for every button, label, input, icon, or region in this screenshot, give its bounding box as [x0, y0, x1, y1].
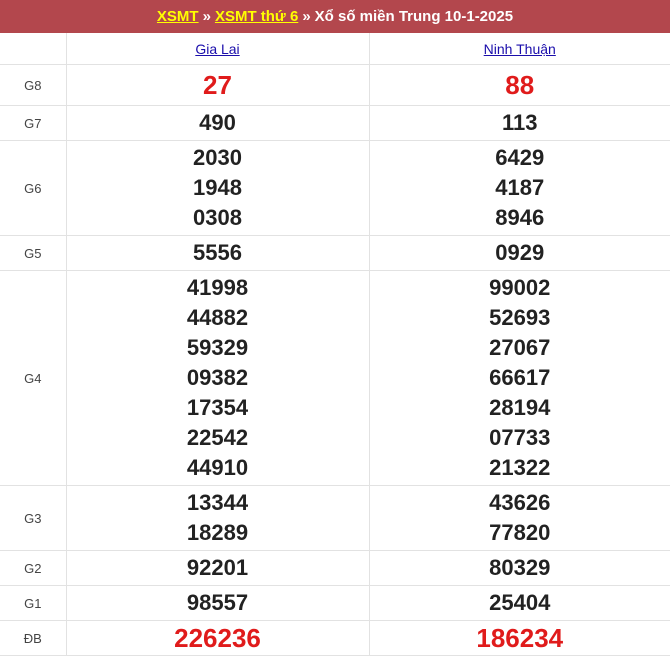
prize-values-gia-lai: 98557: [65, 585, 370, 621]
prize-number: 59329: [186, 335, 249, 360]
prize-number: 98557: [186, 590, 249, 615]
prize-number: 25404: [489, 590, 551, 615]
prize-values-gia-lai: 27: [65, 64, 370, 106]
prize-number: 113: [502, 110, 538, 135]
province-header-row: Gia Lai Ninh Thuận: [0, 33, 670, 65]
prize-label: G5: [0, 235, 67, 271]
prize-values-ninh-thuan: 186234: [368, 620, 670, 656]
prize-number: 0929: [495, 240, 545, 265]
prize-row-special: ĐB 226236 186234: [0, 620, 670, 656]
prize-number: 2030: [193, 145, 242, 170]
prize-values-ninh-thuan: 80329: [368, 550, 670, 586]
breadcrumb-separator: »: [302, 8, 311, 25]
prize-label: G6: [0, 140, 67, 236]
prize-number: 27: [203, 70, 232, 100]
prize-number: 13344: [186, 490, 249, 515]
prize-values-gia-lai: 41998 44882 59329 09382 17354 22542 4491…: [65, 270, 370, 486]
prize-number: 21322: [489, 455, 551, 480]
province-link-gia-lai[interactable]: Gia Lai: [195, 41, 239, 57]
prize-values-ninh-thuan: 43626 77820: [368, 485, 670, 551]
prize-number: 17354: [186, 395, 249, 420]
prize-values-gia-lai: 92201: [65, 550, 370, 586]
prize-row-g3: G3 13344 18289 43626 77820: [0, 485, 670, 551]
prize-values-ninh-thuan: 6429 4187 8946: [368, 140, 670, 236]
prize-number: 4187: [495, 175, 545, 200]
prize-number: 27067: [489, 335, 551, 360]
prize-values-gia-lai: 226236: [65, 620, 370, 656]
prize-row-g8: G8 27 88: [0, 64, 670, 106]
prize-label: ĐB: [0, 620, 67, 656]
prize-number: 0308: [193, 205, 242, 230]
prize-number: 43626: [489, 490, 551, 515]
results-header: XSMT » XSMT thứ 6 » Xổ số miền Trung 10-…: [0, 0, 670, 33]
prize-row-g5: G5 5556 0929: [0, 235, 670, 271]
empty-corner-cell: [0, 33, 67, 65]
prize-label: G4: [0, 270, 67, 486]
prize-label: G1: [0, 585, 67, 621]
prize-number: 09382: [186, 365, 249, 390]
prize-number: 99002: [489, 275, 551, 300]
prize-number: 92201: [186, 555, 249, 580]
prize-row-g4: G4 41998 44882 59329 09382 17354 22542 4…: [0, 270, 670, 486]
prize-number: 88: [505, 70, 535, 100]
province-header-cell: Ninh Thuận: [368, 33, 670, 65]
prize-values-gia-lai: 2030 1948 0308: [65, 140, 370, 236]
prize-values-gia-lai: 490: [65, 105, 370, 141]
results-table: Gia Lai Ninh Thuận G8 27 88 G7 490 113 G…: [0, 33, 670, 656]
xsmt-friday-link[interactable]: XSMT thứ 6: [215, 8, 298, 25]
prize-row-g1: G1 98557 25404: [0, 585, 670, 621]
prize-values-ninh-thuan: 88: [368, 64, 670, 106]
prize-number: 18289: [186, 520, 249, 545]
prize-number: 8946: [495, 205, 545, 230]
prize-number: 1948: [193, 175, 242, 200]
prize-number: 22542: [186, 425, 249, 450]
prize-number: 226236: [174, 623, 261, 653]
prize-number: 6429: [495, 145, 545, 170]
xsmt-link[interactable]: XSMT: [157, 8, 199, 25]
prize-label: G3: [0, 485, 67, 551]
prize-label: G2: [0, 550, 67, 586]
prize-number: 66617: [489, 365, 551, 390]
prize-values-gia-lai: 5556: [65, 235, 370, 271]
prize-number: 41998: [186, 275, 249, 300]
prize-values-gia-lai: 13344 18289: [65, 485, 370, 551]
prize-number: 5556: [193, 240, 242, 265]
prize-label: G7: [0, 105, 67, 141]
prize-number: 80329: [489, 555, 551, 580]
prize-number: 44882: [186, 305, 249, 330]
prize-values-ninh-thuan: 25404: [368, 585, 670, 621]
prize-number: 52693: [489, 305, 551, 330]
prize-row-g6: G6 2030 1948 0308 6429 4187 8946: [0, 140, 670, 236]
prize-number: 186234: [476, 623, 564, 653]
prize-row-g7: G7 490 113: [0, 105, 670, 141]
prize-label: G8: [0, 64, 67, 106]
province-link-ninh-thuan[interactable]: Ninh Thuận: [484, 41, 556, 57]
prize-values-ninh-thuan: 99002 52693 27067 66617 28194 07733 2132…: [368, 270, 670, 486]
results-title: Xổ số miền Trung 10-1-2025: [314, 8, 514, 25]
prize-number: 77820: [489, 520, 551, 545]
province-header-cell: Gia Lai: [65, 33, 370, 65]
prize-number: 28194: [489, 395, 551, 420]
prize-number: 490: [199, 110, 236, 135]
prize-number: 07733: [489, 425, 551, 450]
prize-values-ninh-thuan: 0929: [368, 235, 670, 271]
breadcrumb-separator: »: [202, 8, 211, 25]
prize-row-g2: G2 92201 80329: [0, 550, 670, 586]
prize-number: 44910: [186, 455, 249, 480]
prize-values-ninh-thuan: 113: [368, 105, 670, 141]
